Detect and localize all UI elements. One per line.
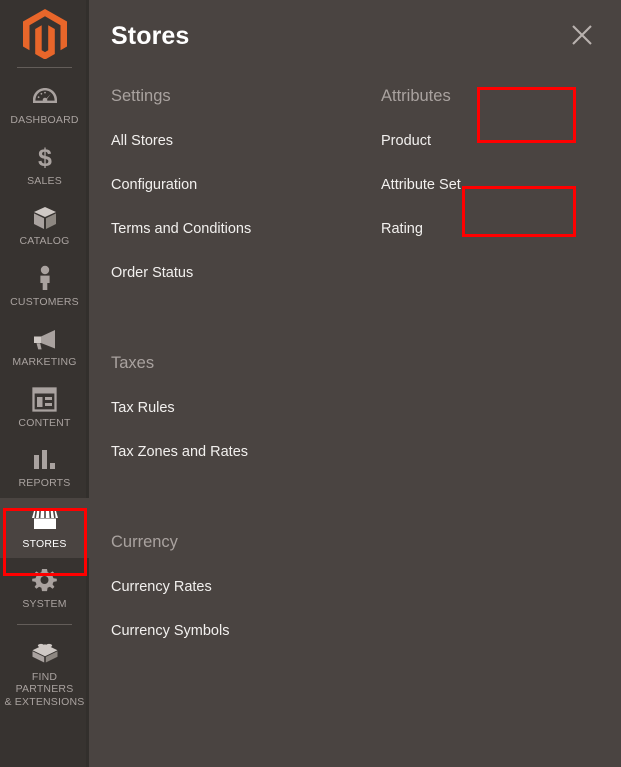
sidebar-item-label: CUSTOMERS	[10, 295, 79, 308]
menu-item-all-stores[interactable]: All Stores	[111, 119, 381, 163]
sidebar-item-label: STORES	[22, 537, 67, 550]
magento-logo[interactable]	[0, 0, 89, 67]
menu-item-attribute-set[interactable]: Attribute Set	[381, 163, 581, 207]
sidebar-item-sales[interactable]: $ SALES	[0, 135, 89, 196]
storefront-icon	[31, 507, 59, 534]
admin-sidebar: DASHBOARD $ SALES CATALOG CUSTOMERS MARK…	[0, 0, 89, 767]
gear-icon	[32, 567, 57, 594]
menu-item-product[interactable]: Product	[381, 119, 581, 163]
menu-group-settings: Settings All Stores Configuration Terms …	[111, 72, 381, 295]
sidebar-item-find-partners-extensions[interactable]: FIND PARTNERS & EXTENSIONS	[0, 631, 89, 717]
sidebar-item-stores[interactable]: STORES	[0, 497, 89, 558]
menu-group-items: Currency Rates Currency Symbols	[111, 565, 381, 653]
magento-logo-icon	[22, 8, 67, 59]
menu-item-tax-rules[interactable]: Tax Rules	[111, 386, 381, 430]
menu-group-title: Taxes	[111, 354, 155, 372]
layout-page-icon	[32, 386, 57, 413]
sidebar-item-label: SALES	[27, 174, 62, 187]
dashboard-gauge-icon	[32, 83, 58, 110]
menu-group-attributes: Attributes Product Attribute Set Rating	[381, 72, 581, 251]
sidebar-item-content[interactable]: CONTENT	[0, 377, 89, 438]
menu-columns: Settings All Stores Configuration Terms …	[89, 72, 621, 653]
page-title: Stores	[111, 21, 190, 50]
megaphone-icon	[31, 325, 59, 352]
menu-item-currency-symbols[interactable]: Currency Symbols	[111, 609, 381, 653]
person-icon	[36, 265, 54, 292]
bar-chart-icon	[32, 446, 57, 473]
sidebar-item-system[interactable]: SYSTEM	[0, 558, 89, 619]
menu-group-items: All Stores Configuration Terms and Condi…	[111, 119, 381, 295]
menu-item-currency-rates[interactable]: Currency Rates	[111, 565, 381, 609]
menu-item-configuration[interactable]: Configuration	[111, 163, 381, 207]
sidebar-divider-bottom	[17, 623, 72, 625]
menu-column-right: Attributes Product Attribute Set Rating	[381, 72, 581, 653]
svg-text:$: $	[38, 144, 52, 170]
sidebar-item-dashboard[interactable]: DASHBOARD	[0, 74, 89, 135]
menu-column-left: Settings All Stores Configuration Terms …	[111, 72, 381, 653]
box-icon	[32, 204, 58, 231]
sidebar-item-label: MARKETING	[12, 356, 77, 368]
menu-item-tax-zones-and-rates[interactable]: Tax Zones and Rates	[111, 430, 381, 474]
menu-group-title: Attributes	[381, 87, 451, 105]
sidebar-item-catalog[interactable]: CATALOG	[0, 195, 89, 256]
sidebar-item-label: CATALOG	[19, 235, 70, 247]
panel-header: Stores	[89, 0, 621, 72]
menu-item-rating[interactable]: Rating	[381, 207, 581, 251]
stores-menu-panel: Stores Settings All Stores Configuration…	[89, 0, 621, 767]
sidebar-item-label: SYSTEM	[22, 598, 67, 610]
dollar-sign-icon: $	[36, 144, 54, 171]
sidebar-item-label: REPORTS	[18, 477, 71, 489]
sidebar-item-reports[interactable]: REPORTS	[0, 437, 89, 498]
close-icon[interactable]	[565, 18, 599, 52]
menu-group-currency: Currency Currency Rates Currency Symbols	[111, 518, 381, 653]
menu-group-items: Product Attribute Set Rating	[381, 119, 581, 251]
magento-admin-menu-overlay: DASHBOARD $ SALES CATALOG CUSTOMERS MARK…	[0, 0, 621, 767]
sidebar-item-label: FIND PARTNERS & EXTENSIONS	[4, 670, 85, 708]
sidebar-item-marketing[interactable]: MARKETING	[0, 316, 89, 377]
menu-group-title: Currency	[111, 533, 178, 551]
menu-item-terms-and-conditions[interactable]: Terms and Conditions	[111, 207, 381, 251]
sidebar-item-label: CONTENT	[18, 416, 71, 429]
menu-item-order-status[interactable]: Order Status	[111, 251, 381, 295]
sidebar-divider-top	[17, 67, 72, 68]
menu-group-taxes: Taxes Tax Rules Tax Zones and Rates	[111, 339, 381, 474]
menu-group-items: Tax Rules Tax Zones and Rates	[111, 386, 381, 474]
sidebar-item-customers[interactable]: CUSTOMERS	[0, 256, 89, 317]
menu-group-title: Settings	[111, 87, 171, 105]
lego-brick-icon	[31, 640, 59, 667]
sidebar-item-label: DASHBOARD	[10, 114, 79, 126]
